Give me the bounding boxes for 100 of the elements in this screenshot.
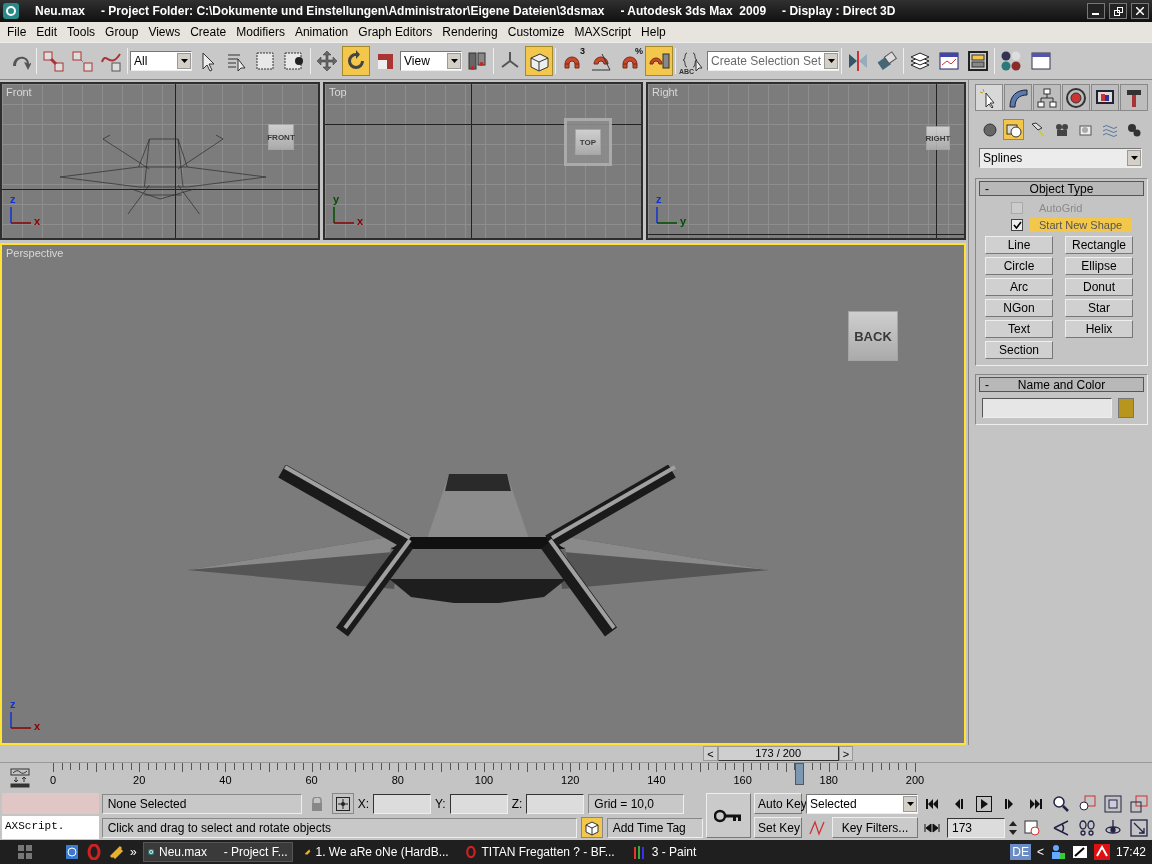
clock: 17:42: [1115, 845, 1146, 859]
key-mode-dropdown[interactable]: Selected: [806, 793, 918, 814]
navigation-button[interactable]: [1076, 817, 1098, 838]
shape-button[interactable]: Star: [1065, 299, 1133, 317]
menu-item[interactable]: Tools: [62, 25, 101, 39]
shape-button[interactable]: Section: [985, 341, 1053, 359]
viewcube[interactable]: FRONT: [268, 124, 294, 150]
set-key-button[interactable]: [705, 793, 751, 838]
axis-label: x: [34, 721, 41, 732]
menu-item[interactable]: Graph Editors: [353, 25, 438, 39]
restore-icon: [1113, 6, 1123, 16]
hierarchy-icon: [1036, 86, 1058, 109]
viewcube[interactable]: BACK: [848, 311, 898, 361]
category-dropdown[interactable]: Splines: [979, 148, 1142, 168]
frame-number: 180: [819, 774, 838, 786]
rollout-header[interactable]: - Name and Color: [979, 377, 1144, 392]
shape-button[interactable]: Ellipse: [1065, 257, 1133, 275]
time-slider[interactable]: 173 / 200: [717, 746, 839, 761]
frame-number: 160: [733, 774, 752, 786]
rollout-header[interactable]: - Object Type: [979, 181, 1144, 196]
track-bar[interactable]: 0 20 40 60 80 100 120 140 160 180 200: [42, 763, 926, 791]
toolbar-button[interactable]: [342, 46, 370, 76]
time-tag-field[interactable]: Add Time Tag: [606, 817, 703, 838]
time-config-button[interactable]: [1021, 817, 1043, 838]
menu-item[interactable]: Views: [143, 25, 186, 39]
coordinate-field[interactable]: [372, 793, 431, 814]
caret-icon: [180, 59, 188, 63]
frame-number: 120: [561, 774, 580, 786]
menu-item[interactable]: MAXScript: [569, 25, 637, 39]
viewport[interactable]: Top TOP y x: [323, 82, 643, 240]
time-thumb[interactable]: [794, 763, 804, 785]
task-button[interactable]: 1. We aRe oNe (HardB...: [298, 842, 454, 862]
menu-item[interactable]: Customize: [502, 25, 570, 39]
shape-button[interactable]: Helix: [1065, 320, 1133, 338]
previous-frame-button[interactable]: <: [703, 746, 718, 761]
filter-dropdown[interactable]: View: [400, 51, 462, 71]
shape-button[interactable]: Circle: [985, 257, 1053, 275]
toolbar-button[interactable]: [525, 46, 553, 76]
menu-item[interactable]: Rendering: [437, 25, 503, 39]
frame-field[interactable]: 173: [947, 817, 1005, 838]
selection-set-field[interactable]: Create Selection Set: [707, 51, 839, 71]
frame-number: 40: [219, 774, 232, 786]
menu-item[interactable]: Create: [185, 25, 232, 39]
axis-label: x: [34, 216, 41, 227]
script-listener-field[interactable]: AXScript.: [2, 816, 99, 839]
viewport[interactable]: Perspective BACK z x: [0, 243, 966, 745]
panel-tab[interactable]: [1091, 84, 1119, 110]
name-field[interactable]: [982, 398, 1112, 418]
caret-icon: [906, 801, 914, 806]
align-icon: [876, 50, 898, 72]
spheres-icon: [1000, 50, 1022, 72]
time-tag-button[interactable]: [580, 817, 603, 838]
playback-button[interactable]: [973, 793, 995, 814]
panel-tab[interactable]: [1004, 84, 1032, 110]
task-button[interactable]: 3 - Paint: [625, 842, 726, 862]
color-swatch[interactable]: [1118, 398, 1134, 418]
close-icon: [1136, 7, 1144, 15]
axis-tripod-icon: [333, 206, 355, 224]
filter-dropdown[interactable]: All: [130, 51, 192, 71]
frame-number: 60: [305, 774, 318, 786]
task-button[interactable]: TITAN Fregatten ? - BF...: [459, 842, 620, 862]
navigation-button[interactable]: [1076, 793, 1098, 814]
panel-tab[interactable]: [1120, 84, 1148, 110]
unlinked-squares-icon: [71, 50, 93, 72]
viewcube[interactable]: RIGHT: [926, 126, 950, 150]
shape-button[interactable]: Arc: [985, 278, 1053, 296]
navigation-button[interactable]: [1128, 817, 1150, 838]
shape-button[interactable]: NGon: [985, 299, 1053, 317]
shape-button[interactable]: Text: [985, 320, 1053, 338]
coordinate-field[interactable]: [449, 793, 508, 814]
minimize-button[interactable]: [1087, 3, 1105, 19]
toolbar-button[interactable]: 3: [558, 46, 586, 76]
caret-icon: [1130, 156, 1138, 160]
set-key-text-button[interactable]: Set Key: [754, 817, 802, 838]
task-button[interactable]: Neu.max - Project F...: [142, 842, 293, 862]
panel-tab[interactable]: [975, 84, 1003, 110]
close-button[interactable]: [1131, 3, 1149, 19]
shape-button[interactable]: Rectangle: [1065, 236, 1133, 254]
checkbox[interactable]: [1011, 218, 1023, 231]
tray-toggle[interactable]: <: [1036, 845, 1044, 859]
panel-tab[interactable]: [1062, 84, 1090, 110]
menu-item[interactable]: Help: [636, 25, 671, 39]
coordinate-field[interactable]: [526, 793, 585, 814]
menu-item[interactable]: Edit: [31, 25, 63, 39]
shape-button[interactable]: Line: [985, 236, 1053, 254]
shape-button[interactable]: Donut: [1065, 278, 1133, 296]
menu-item[interactable]: Animation: [289, 25, 354, 39]
viewport[interactable]: Front FRONT z x: [0, 82, 320, 240]
transform-mode-button[interactable]: [331, 793, 354, 814]
toolbar-button[interactable]: %: [616, 46, 644, 76]
menu-item[interactable]: Modifiers: [231, 25, 290, 39]
more-quicklaunch[interactable]: »: [130, 845, 137, 859]
menu-item[interactable]: Group: [100, 25, 144, 39]
restore-button[interactable]: [1109, 3, 1127, 19]
panel-tab[interactable]: [1033, 84, 1061, 110]
category-button[interactable]: [1003, 119, 1024, 140]
menu-item[interactable]: File: [2, 25, 32, 39]
viewport[interactable]: Right RIGHT z y: [646, 82, 966, 240]
key-filters-button[interactable]: Key Filters...: [832, 817, 918, 838]
checkbox-label[interactable]: Start New Shape: [1029, 217, 1133, 232]
